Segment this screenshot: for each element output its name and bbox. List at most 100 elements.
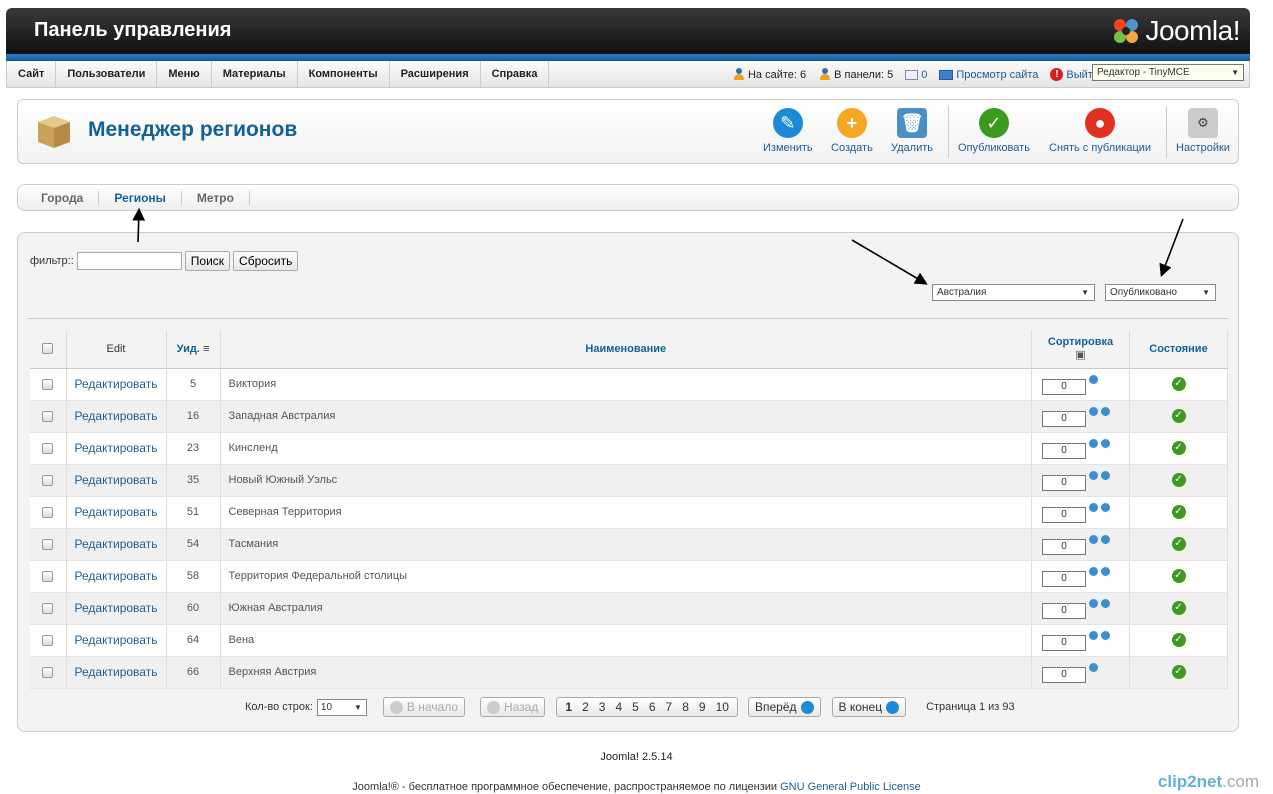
- move-up-icon[interactable]: [1089, 631, 1099, 640]
- page-number[interactable]: 9: [694, 700, 711, 714]
- published-check-icon[interactable]: ✓: [1171, 505, 1186, 519]
- order-input[interactable]: 0: [1042, 539, 1086, 555]
- row-checkbox[interactable]: [42, 538, 54, 550]
- prev-page-button[interactable]: Назад: [480, 697, 546, 717]
- edit-link[interactable]: Редактировать: [75, 441, 158, 455]
- menu-extensions[interactable]: Расширения: [390, 61, 481, 88]
- move-down-icon[interactable]: [1101, 567, 1111, 576]
- menu-components[interactable]: Компоненты: [298, 61, 390, 88]
- order-input[interactable]: 0: [1042, 475, 1086, 491]
- move-down-icon[interactable]: [1101, 503, 1111, 512]
- reset-button[interactable]: Сбросить: [233, 251, 299, 271]
- move-up-icon[interactable]: [1089, 567, 1099, 576]
- edit-link[interactable]: Редактировать: [75, 665, 158, 679]
- move-up-icon[interactable]: [1089, 599, 1099, 608]
- page-number[interactable]: 2: [577, 700, 594, 714]
- menu-content[interactable]: Материалы: [212, 61, 298, 88]
- row-checkbox[interactable]: [42, 634, 54, 646]
- edit-link[interactable]: Редактировать: [75, 409, 158, 423]
- menu-menus[interactable]: Меню: [157, 61, 212, 88]
- published-check-icon[interactable]: ✓: [1171, 601, 1186, 615]
- published-check-icon[interactable]: ✓: [1171, 665, 1186, 679]
- move-up-icon[interactable]: [1089, 407, 1099, 416]
- row-checkbox[interactable]: [42, 666, 54, 678]
- options-button[interactable]: ⚙ Настройки: [1176, 108, 1230, 154]
- unpublish-button[interactable]: ● Снять с публикации: [1049, 108, 1151, 154]
- move-down-icon[interactable]: [1101, 599, 1111, 608]
- move-up-icon[interactable]: [1089, 439, 1099, 448]
- page-number[interactable]: 5: [627, 700, 644, 714]
- name-column-header[interactable]: Наименование: [220, 330, 1032, 369]
- order-input[interactable]: 0: [1042, 635, 1086, 651]
- page-number[interactable]: 4: [610, 700, 627, 714]
- row-checkbox[interactable]: [42, 506, 54, 518]
- tab-cities[interactable]: Города: [26, 190, 100, 205]
- row-checkbox[interactable]: [42, 474, 54, 486]
- page-number[interactable]: 7: [661, 700, 678, 714]
- published-check-icon[interactable]: ✓: [1171, 473, 1186, 487]
- edit-link[interactable]: Редактировать: [75, 473, 158, 487]
- messages-count[interactable]: 0: [921, 69, 927, 81]
- id-column-label[interactable]: Уид.: [177, 343, 200, 355]
- ordering-column-label[interactable]: Сортировка: [1032, 336, 1129, 348]
- published-check-icon[interactable]: ✓: [1171, 377, 1186, 391]
- edit-button[interactable]: ✎ Изменить: [763, 108, 813, 154]
- published-check-icon[interactable]: ✓: [1171, 409, 1186, 423]
- page-number[interactable]: 3: [594, 700, 611, 714]
- edit-link[interactable]: Редактировать: [75, 601, 158, 615]
- tab-metro[interactable]: Метро: [182, 190, 250, 205]
- page-number[interactable]: 6: [644, 700, 661, 714]
- row-checkbox[interactable]: [42, 570, 54, 582]
- messages-status[interactable]: 0: [905, 69, 927, 81]
- move-down-icon[interactable]: [1101, 439, 1111, 448]
- page-number[interactable]: 10: [711, 700, 734, 714]
- order-input[interactable]: 0: [1042, 411, 1086, 427]
- view-site-label[interactable]: Просмотр сайта: [956, 69, 1038, 81]
- filter-search-input[interactable]: [76, 252, 182, 270]
- order-input[interactable]: 0: [1042, 507, 1086, 523]
- order-input[interactable]: 0: [1042, 443, 1086, 459]
- move-down-icon[interactable]: [1101, 535, 1111, 544]
- search-button[interactable]: Поиск: [184, 251, 231, 271]
- page-number[interactable]: 8: [677, 700, 694, 714]
- move-down-icon[interactable]: [1101, 631, 1111, 640]
- edit-link[interactable]: Редактировать: [75, 569, 158, 583]
- publish-button[interactable]: ✓ Опубликовать: [958, 108, 1030, 154]
- rows-per-page-select[interactable]: 10 ▼: [316, 698, 367, 716]
- first-page-button[interactable]: В начало: [382, 697, 466, 717]
- view-site-link[interactable]: Просмотр сайта: [939, 69, 1038, 81]
- published-check-icon[interactable]: ✓: [1171, 569, 1186, 583]
- order-input[interactable]: 0: [1042, 667, 1086, 683]
- ordering-column-header[interactable]: Сортировка ▣: [1031, 330, 1130, 369]
- save-order-icon[interactable]: ▣: [1032, 348, 1129, 361]
- delete-button[interactable]: 🗑 Удалить: [891, 108, 933, 154]
- id-column-header[interactable]: Уид. ≡: [166, 330, 221, 369]
- license-link[interactable]: GNU General Public License: [780, 781, 921, 793]
- move-up-icon[interactable]: [1089, 503, 1099, 512]
- row-checkbox[interactable]: [42, 602, 54, 614]
- move-up-icon[interactable]: [1089, 535, 1099, 544]
- published-check-icon[interactable]: ✓: [1171, 441, 1186, 455]
- move-down-icon[interactable]: [1101, 471, 1111, 480]
- move-up-icon[interactable]: [1089, 471, 1099, 480]
- row-checkbox[interactable]: [42, 410, 54, 422]
- menu-site[interactable]: Сайт: [7, 61, 57, 88]
- edit-link[interactable]: Редактировать: [75, 505, 158, 519]
- row-checkbox[interactable]: [42, 442, 54, 454]
- tab-regions[interactable]: Регионы: [99, 190, 182, 205]
- last-page-button[interactable]: В конец: [831, 697, 907, 717]
- order-input[interactable]: 0: [1042, 379, 1086, 395]
- order-input[interactable]: 0: [1042, 603, 1086, 619]
- move-down-icon[interactable]: [1101, 407, 1111, 416]
- row-checkbox[interactable]: [42, 378, 54, 390]
- create-button[interactable]: + Создать: [831, 108, 873, 154]
- country-select[interactable]: Австралия ▼: [932, 284, 1095, 301]
- select-all-checkbox[interactable]: [42, 343, 54, 355]
- move-down-icon[interactable]: [1089, 375, 1099, 384]
- edit-link[interactable]: Редактировать: [75, 537, 158, 551]
- next-page-button[interactable]: Вперёд: [747, 697, 821, 717]
- menu-help[interactable]: Справка: [481, 61, 550, 88]
- status-column-header[interactable]: Состояние: [1129, 330, 1228, 369]
- state-select[interactable]: Опубликовано ▼: [1105, 284, 1216, 301]
- published-check-icon[interactable]: ✓: [1171, 633, 1186, 647]
